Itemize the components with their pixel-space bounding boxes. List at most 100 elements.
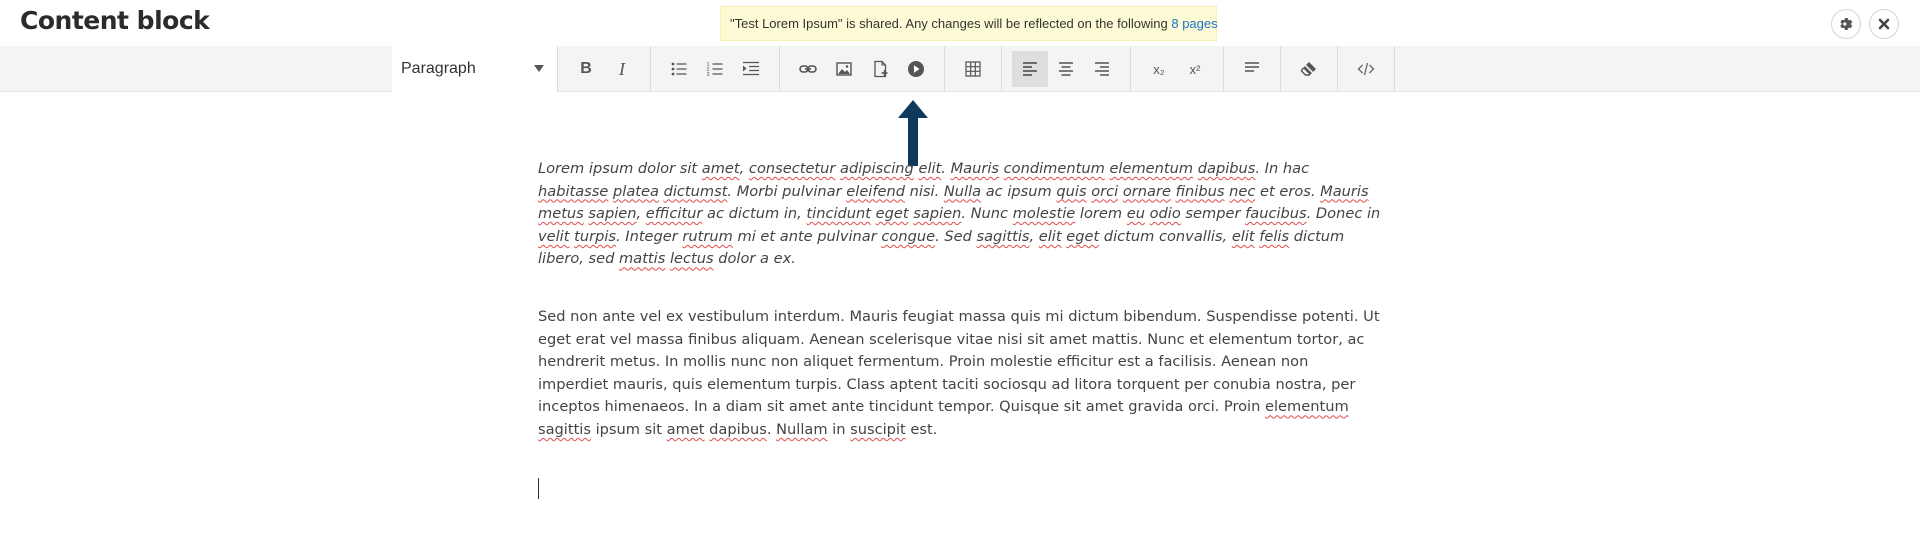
shared-pages-link[interactable]: 8 pages xyxy=(1171,16,1217,31)
misspelled-word: velit xyxy=(538,227,570,245)
subscript-icon: x₂ xyxy=(1153,61,1165,77)
misspelled-word: elementum xyxy=(1265,398,1349,416)
text-run: est. xyxy=(905,420,938,438)
annotation-arrow-icon xyxy=(898,100,928,166)
bullet-list-button[interactable] xyxy=(661,51,697,87)
image-icon xyxy=(836,62,852,76)
block-format-value: Paragraph xyxy=(401,60,476,77)
text-run: semper xyxy=(1180,205,1246,223)
numbered-list-icon: 123 xyxy=(707,62,723,78)
align-center-button[interactable] xyxy=(1048,51,1084,87)
misspelled-word: sapien xyxy=(588,205,637,223)
misspelled-word: felis xyxy=(1259,227,1290,245)
misspelled-word: suscipit xyxy=(850,420,906,438)
misspelled-word: eget xyxy=(1066,227,1100,245)
misspelled-word: molestie xyxy=(1012,205,1076,223)
shared-notice: "Test Lorem Ipsum" is shared. Any change… xyxy=(720,6,1218,41)
misspelled-word: odio xyxy=(1149,205,1181,223)
list-group: 123 xyxy=(651,46,780,92)
source-group xyxy=(1338,46,1395,92)
editor-toolbar: Paragraph B I 123 x₂ x² xyxy=(392,46,1469,92)
text-run: ipsum sit xyxy=(590,420,667,438)
superscript-button[interactable]: x² xyxy=(1177,51,1213,87)
misspelled-word: Nullam xyxy=(776,420,828,438)
misspelled-word: Mauris xyxy=(950,160,1000,177)
close-button[interactable] xyxy=(1869,9,1899,39)
close-icon xyxy=(1878,18,1890,30)
table-icon xyxy=(965,61,981,77)
misspelled-word: mattis xyxy=(619,250,666,268)
text-run: ac dictum in, xyxy=(702,205,807,223)
clear-format-group xyxy=(1281,46,1338,92)
indent-button[interactable] xyxy=(733,51,769,87)
misspelled-word: amet xyxy=(666,420,705,438)
text-cursor xyxy=(538,478,539,499)
clear-format-button[interactable] xyxy=(1291,51,1327,87)
text-run: in xyxy=(827,420,851,438)
misspelled-word: congue xyxy=(881,227,936,245)
misspelled-word: orci xyxy=(1091,182,1119,200)
table-button[interactable] xyxy=(955,51,991,87)
text-run: et eros. xyxy=(1255,182,1321,200)
misspelled-word: adipiscing xyxy=(840,160,914,177)
italic-icon: I xyxy=(619,58,625,79)
settings-button[interactable] xyxy=(1831,9,1861,39)
misspelled-word: turpis xyxy=(574,227,616,245)
text-run: . Morbi pulvinar xyxy=(727,182,847,200)
misspelled-word: dapibus xyxy=(1197,160,1256,177)
text-run: . xyxy=(766,420,777,438)
misspelled-word: eleifend xyxy=(846,182,905,200)
block-format-select[interactable]: Paragraph xyxy=(392,46,558,92)
text-run: . Nunc xyxy=(961,205,1013,223)
text-run: , xyxy=(739,160,749,177)
misspelled-word: faucibus xyxy=(1245,205,1307,223)
bold-icon: B xyxy=(580,60,592,77)
paragraph-group xyxy=(1224,46,1281,92)
bullet-list-icon xyxy=(671,62,687,76)
page-title: Content block xyxy=(20,6,210,35)
editor-content[interactable]: Lorem ipsum dolor sit amet, consectetur … xyxy=(538,158,1383,477)
link-icon xyxy=(799,65,817,73)
misspelled-word: quis xyxy=(1056,182,1087,200)
misspelled-word: elit xyxy=(1231,227,1255,245)
media-button[interactable] xyxy=(898,51,934,87)
text-run: . Sed xyxy=(935,227,977,245)
text-run: nisi. xyxy=(904,182,944,200)
eraser-icon xyxy=(1300,61,1317,77)
insert-group xyxy=(780,46,945,92)
align-right-button[interactable] xyxy=(1084,51,1120,87)
numbered-list-button[interactable]: 123 xyxy=(697,51,733,87)
file-plus-icon xyxy=(874,60,888,78)
misspelled-word: lectus xyxy=(669,250,714,268)
misspelled-word: sagittis xyxy=(538,420,591,438)
align-center-icon xyxy=(1059,62,1073,76)
align-left-icon xyxy=(1023,62,1037,76)
superscript-icon: x² xyxy=(1189,61,1201,77)
link-button[interactable] xyxy=(790,51,826,87)
bold-button[interactable]: B xyxy=(568,51,604,87)
gear-icon xyxy=(1840,18,1853,30)
source-code-button[interactable] xyxy=(1348,51,1384,87)
paragraph-button[interactable] xyxy=(1234,51,1270,87)
align-left-button[interactable] xyxy=(1012,51,1048,87)
script-group: x₂ x² xyxy=(1131,46,1224,92)
misspelled-word: dictumst xyxy=(663,182,728,200)
text-run: . xyxy=(941,160,951,177)
text-run: ac ipsum xyxy=(981,182,1057,200)
subscript-button[interactable]: x₂ xyxy=(1141,51,1177,87)
text-run: mi et ante pulvinar xyxy=(732,227,882,245)
text-run: . Donec in xyxy=(1306,205,1381,223)
code-icon xyxy=(1357,62,1375,76)
table-group xyxy=(945,46,1002,92)
misspelled-word: sagittis xyxy=(976,227,1030,245)
italic-button[interactable]: I xyxy=(604,51,640,87)
text-run: . Integer xyxy=(616,227,683,245)
text-run: , xyxy=(1029,227,1039,245)
text-run: . In hac xyxy=(1255,160,1310,177)
insert-file-button[interactable] xyxy=(862,51,898,87)
image-button[interactable] xyxy=(826,51,862,87)
misspelled-word: tincidunt xyxy=(806,205,872,223)
align-right-icon xyxy=(1095,62,1109,76)
misspelled-word: ornare xyxy=(1122,182,1171,200)
indent-icon xyxy=(743,61,759,76)
